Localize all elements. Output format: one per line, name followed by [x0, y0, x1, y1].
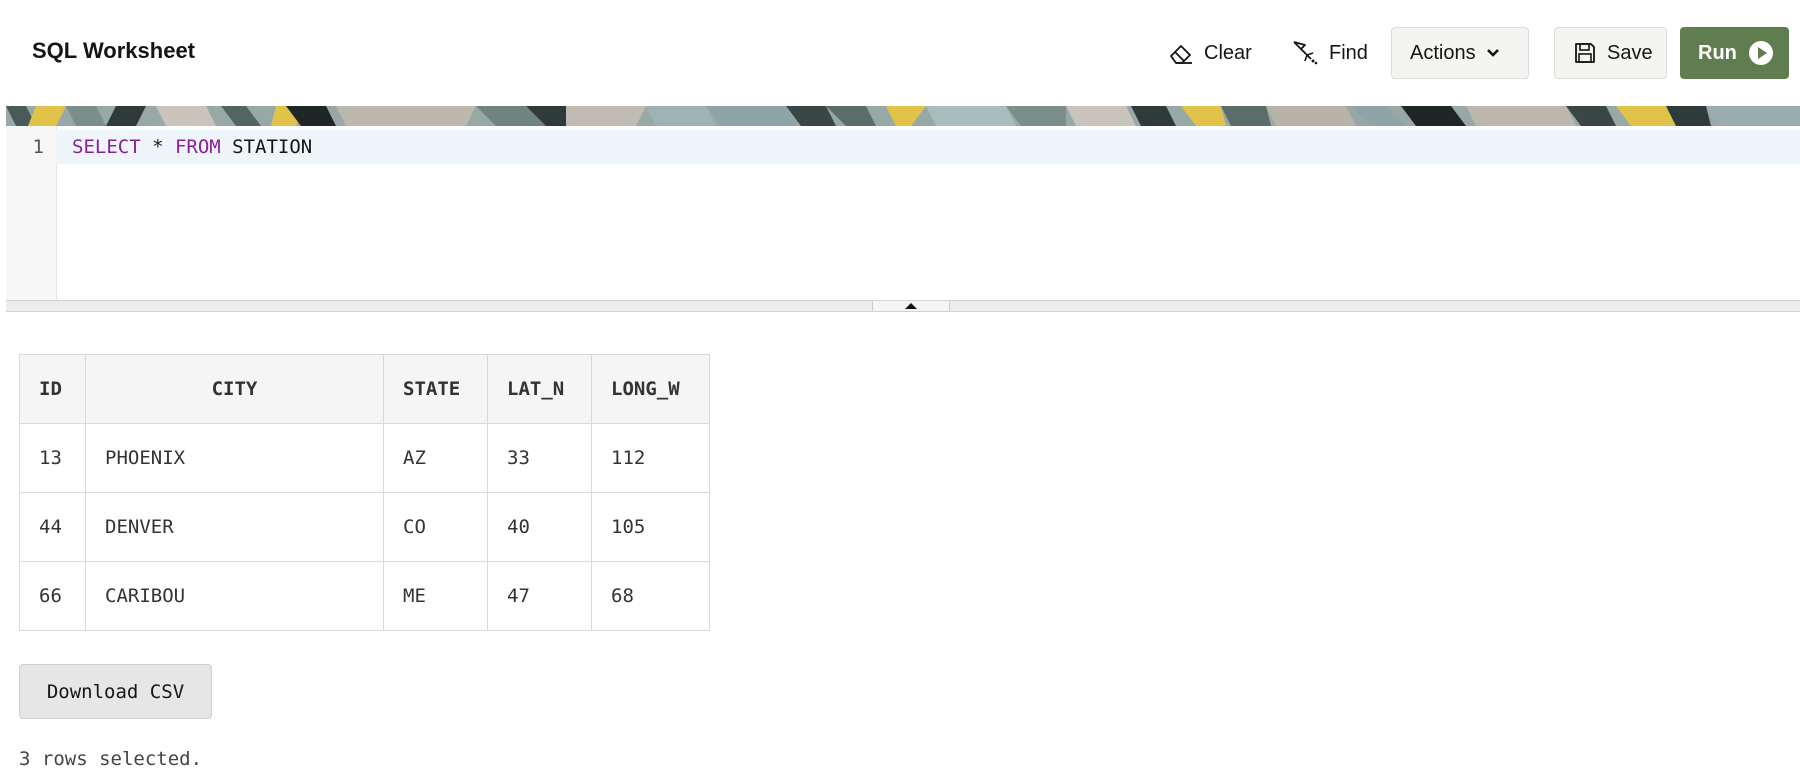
play-circle-icon	[1747, 39, 1775, 67]
eraser-icon	[1168, 41, 1194, 65]
column-header: LONG_W	[591, 354, 710, 424]
run-label: Run	[1698, 41, 1737, 64]
sql-editor[interactable]: 1 SELECT * FROM STATION	[6, 126, 1800, 300]
table-cell: DENVER	[85, 492, 384, 562]
table-cell: PHOENIX	[85, 423, 384, 493]
table-cell: 47	[487, 561, 592, 631]
table-cell: 44	[19, 492, 86, 562]
collapse-handle[interactable]	[872, 301, 950, 311]
table-cell: 13	[19, 423, 86, 493]
find-icon	[1291, 39, 1319, 67]
clear-button[interactable]: Clear	[1168, 27, 1252, 79]
clear-label: Clear	[1204, 41, 1252, 64]
column-header: LAT_N	[487, 354, 592, 424]
sql-keyword: FROM	[174, 136, 221, 158]
column-header: ID	[19, 354, 86, 424]
table-cell: 105	[591, 492, 710, 562]
column-header: CITY	[85, 354, 384, 424]
pane-splitter[interactable]	[6, 300, 1800, 312]
table-cell: 68	[591, 561, 710, 631]
column-header: STATE	[383, 354, 488, 424]
find-button[interactable]: Find	[1291, 27, 1368, 79]
chevron-down-icon	[1486, 48, 1500, 58]
actions-menu-button[interactable]: Actions	[1391, 27, 1529, 79]
line-number: 1	[32, 136, 44, 158]
save-icon	[1573, 41, 1597, 65]
table-cell: 66	[19, 561, 86, 631]
table-cell: 33	[487, 423, 592, 493]
sql-text: *	[140, 136, 175, 158]
table-row: 13 PHOENIX AZ 33 112	[19, 423, 710, 493]
table-cell: AZ	[383, 423, 488, 493]
worksheet-header: SQL Worksheet Clear Find Actions Save Ru…	[0, 0, 1800, 106]
line-number-gutter: 1	[6, 126, 57, 300]
page-title: SQL Worksheet	[32, 38, 196, 63]
table-row: 44 DENVER CO 40 105	[19, 492, 710, 562]
actions-label: Actions	[1410, 41, 1476, 64]
download-csv-button[interactable]: Download CSV	[19, 664, 212, 719]
code-line[interactable]: SELECT * FROM STATION	[56, 130, 1800, 164]
table-cell: 112	[591, 423, 710, 493]
table-row: 66 CARIBOU ME 47 68	[19, 561, 710, 631]
save-button[interactable]: Save	[1554, 27, 1667, 79]
table-cell: 40	[487, 492, 592, 562]
table-cell: CO	[383, 492, 488, 562]
save-label: Save	[1607, 41, 1653, 64]
table-header-row: ID CITY STATE LAT_N LONG_W	[19, 354, 710, 424]
table-cell: CARIBOU	[85, 561, 384, 631]
decorative-banner	[6, 106, 1800, 126]
results-panel: ID CITY STATE LAT_N LONG_W 13 PHOENIX AZ…	[19, 354, 710, 631]
status-text: 3 rows selected.	[19, 748, 203, 770]
results-table: ID CITY STATE LAT_N LONG_W 13 PHOENIX AZ…	[19, 354, 710, 631]
run-button[interactable]: Run	[1680, 27, 1789, 79]
find-label: Find	[1329, 41, 1368, 64]
sql-keyword: SELECT	[72, 136, 141, 158]
table-cell: ME	[383, 561, 488, 631]
sql-text: STATION	[220, 136, 313, 158]
